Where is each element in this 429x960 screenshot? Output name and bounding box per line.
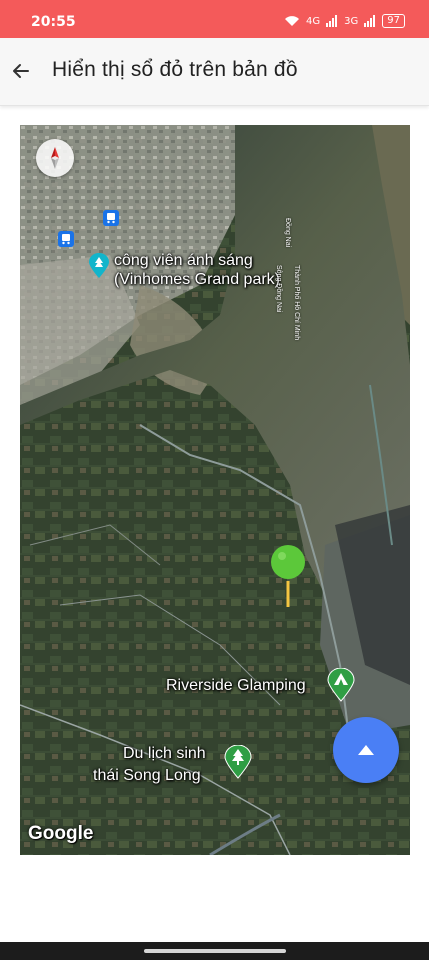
compass-icon [51, 147, 59, 169]
signal-bars-icon [326, 15, 338, 27]
tree-poi-icon[interactable] [224, 745, 252, 779]
signal-bars-icon-2 [364, 15, 376, 27]
bus-stop-icon-2[interactable] [58, 231, 74, 247]
campground-icon[interactable] [327, 668, 355, 702]
location-marker[interactable] [268, 543, 308, 613]
system-nav-bar [0, 942, 429, 960]
park-label-line1: công viên ánh sáng [114, 252, 253, 269]
province-label-hcm: Thành Phố Hồ Chí Minh [293, 265, 300, 341]
province-label-dong-nai: Đồng Nai [284, 218, 291, 248]
signal-3g-label: 3G [344, 15, 359, 27]
park-poi-icon[interactable] [88, 253, 110, 279]
song-long-label-line2: thái Song Long [93, 767, 201, 784]
back-button[interactable] [8, 58, 34, 84]
signal-4g-label: 4G [306, 15, 321, 27]
battery-indicator: 97 [382, 14, 405, 28]
song-long-label-line1: Du lịch sinh [123, 745, 206, 762]
status-icons: 4G 3G 97 [284, 14, 405, 28]
home-gesture-handle[interactable] [144, 949, 286, 953]
park-label-line2: (Vinhomes Grand park) [114, 271, 280, 288]
bus-stop-icon[interactable] [103, 210, 119, 226]
triangle-up-icon [358, 745, 374, 755]
wifi-icon [285, 16, 300, 26]
status-bar: 20:55 4G 3G 97 [0, 0, 429, 38]
riverside-label: Riverside Glamping [166, 677, 306, 694]
compass-button[interactable] [36, 139, 74, 177]
status-time: 20:55 [31, 14, 76, 30]
arrow-left-icon [13, 64, 29, 78]
google-attribution: Google [28, 823, 94, 844]
page-title: Hiển thị sổ đỏ trên bản đồ [52, 58, 298, 81]
river-label: Sông Đồng Nai [275, 265, 282, 313]
expand-up-button[interactable] [333, 717, 399, 783]
app-bar: Hiển thị sổ đỏ trên bản đồ [0, 38, 429, 106]
